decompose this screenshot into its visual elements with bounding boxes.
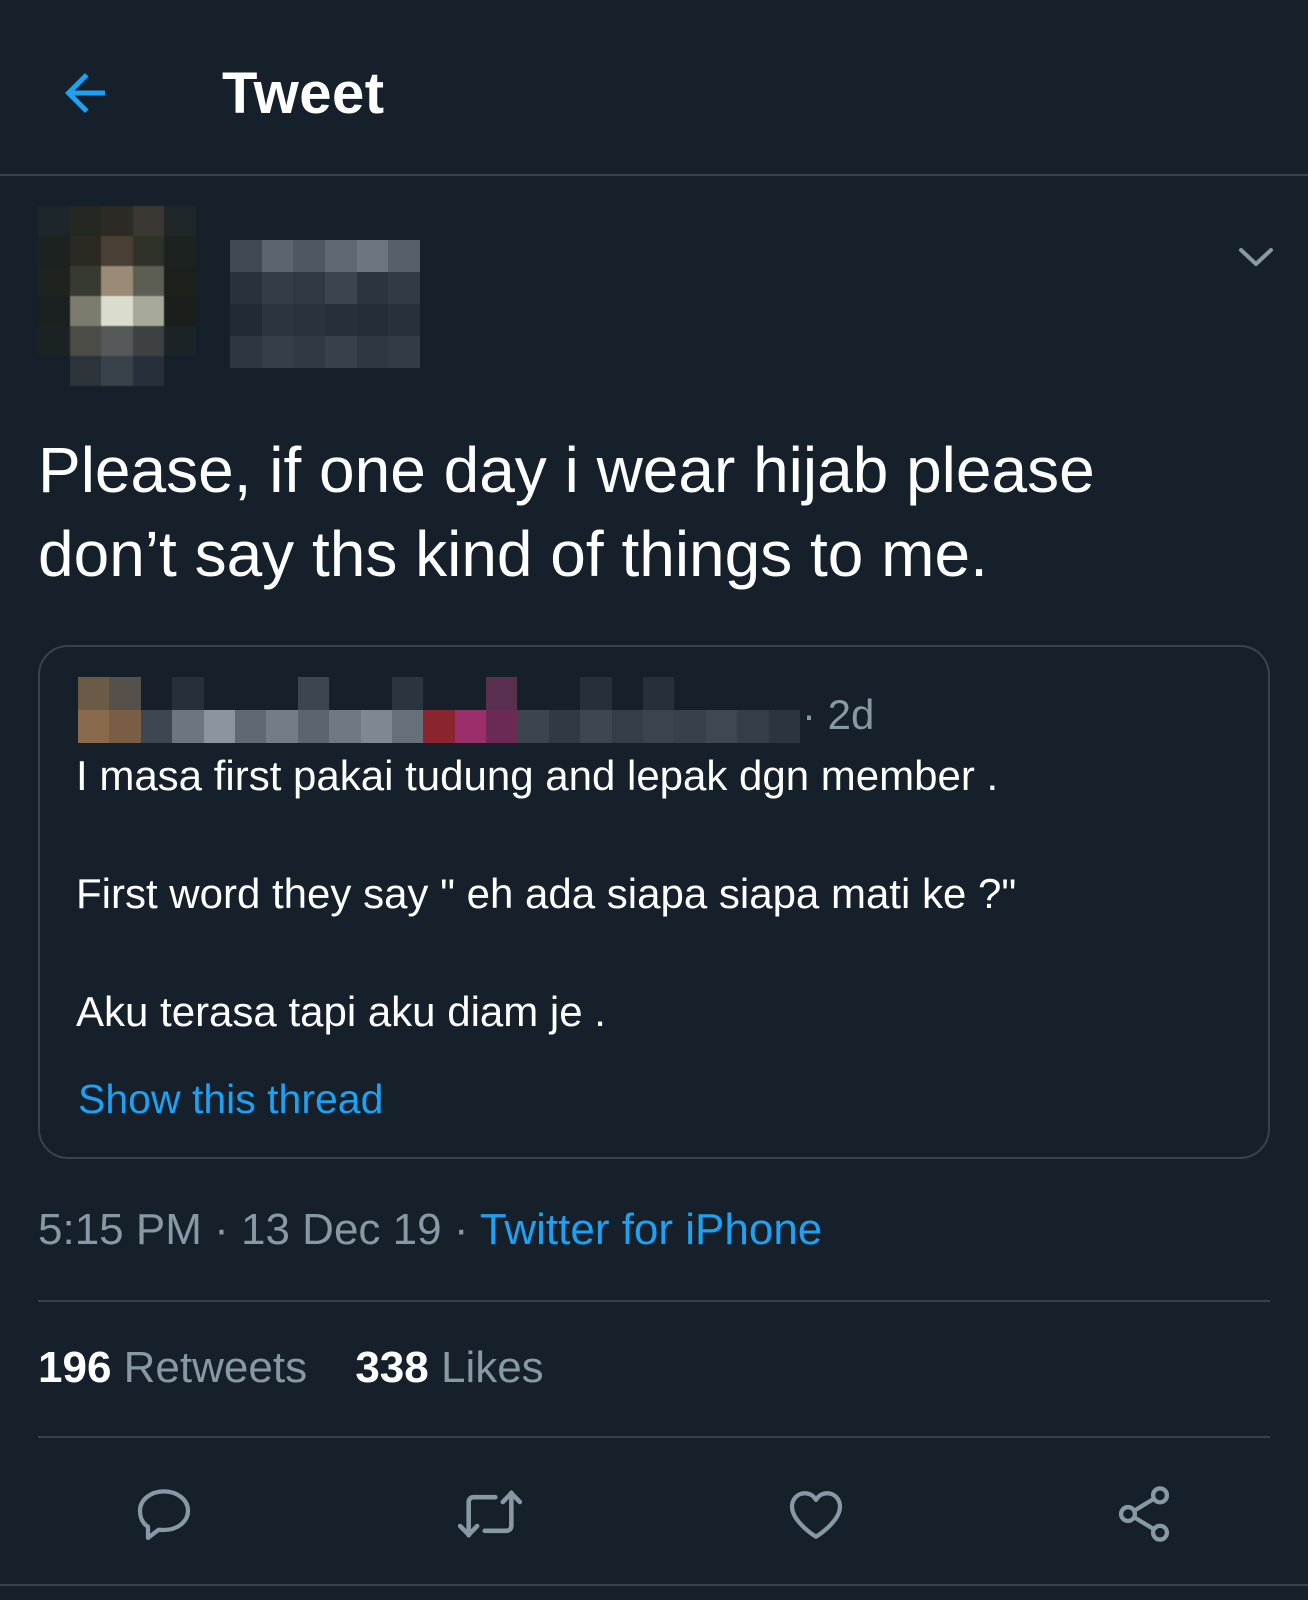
more-options-button[interactable] xyxy=(1234,242,1278,272)
tweet-meta: 5:15 PM · 13 Dec 19 · Twitter for iPhone xyxy=(38,1202,822,1258)
meta-separator: · xyxy=(214,1205,229,1254)
quoted-timestamp: · 2d xyxy=(802,691,875,738)
chevron-down-icon xyxy=(1239,248,1273,266)
quoted-line: I masa first pakai tudung and lepak dgn … xyxy=(76,752,999,799)
top-bar: Tweet xyxy=(0,0,1308,176)
tweet-stats: 196 Retweets 338 Likes xyxy=(38,1340,580,1396)
quoted-author[interactable] xyxy=(78,677,800,743)
tweet-source-link[interactable]: Twitter for iPhone xyxy=(480,1205,822,1254)
likes-count: 338 xyxy=(355,1343,429,1392)
retweets-stat[interactable]: 196 Retweets xyxy=(38,1343,307,1392)
reply-button[interactable] xyxy=(124,1474,204,1554)
share-icon xyxy=(1118,1486,1170,1542)
like-button[interactable] xyxy=(776,1474,856,1554)
retweets-count: 196 xyxy=(38,1343,112,1392)
arrow-left-icon xyxy=(65,73,105,113)
back-button[interactable] xyxy=(50,58,120,128)
likes-label: Likes xyxy=(440,1343,544,1392)
avatar[interactable] xyxy=(38,206,196,386)
divider xyxy=(38,1300,1270,1302)
heart-icon xyxy=(789,1491,843,1539)
likes-stat[interactable]: 338 Likes xyxy=(355,1343,543,1392)
share-button[interactable] xyxy=(1104,1474,1184,1554)
quoted-line: First word they say " eh ada siapa siapa… xyxy=(76,870,1017,917)
retweets-label: Retweets xyxy=(123,1343,308,1392)
show-thread-link[interactable]: Show this thread xyxy=(78,1073,383,1125)
divider xyxy=(38,1436,1270,1438)
divider xyxy=(0,1584,1308,1586)
tweet-text: Please, if one day i wear hijab please d… xyxy=(38,434,1095,590)
tweet-date: 13 Dec 19 xyxy=(241,1205,442,1254)
quoted-line: Aku terasa tapi aku diam je . xyxy=(76,988,606,1035)
author-name[interactable] xyxy=(230,240,420,368)
meta-separator: · xyxy=(453,1205,469,1254)
retweet-button[interactable] xyxy=(450,1474,530,1554)
quoted-text: I masa first pakai tudung and lepak dgn … xyxy=(76,747,1226,1041)
retweet-icon xyxy=(457,1490,523,1538)
page-title: Tweet xyxy=(222,61,385,126)
reply-icon xyxy=(137,1489,191,1541)
tweet-time: 5:15 PM xyxy=(38,1205,202,1254)
quoted-tweet[interactable]: · 2d I masa first pakai tudung and lepak… xyxy=(38,645,1270,1159)
